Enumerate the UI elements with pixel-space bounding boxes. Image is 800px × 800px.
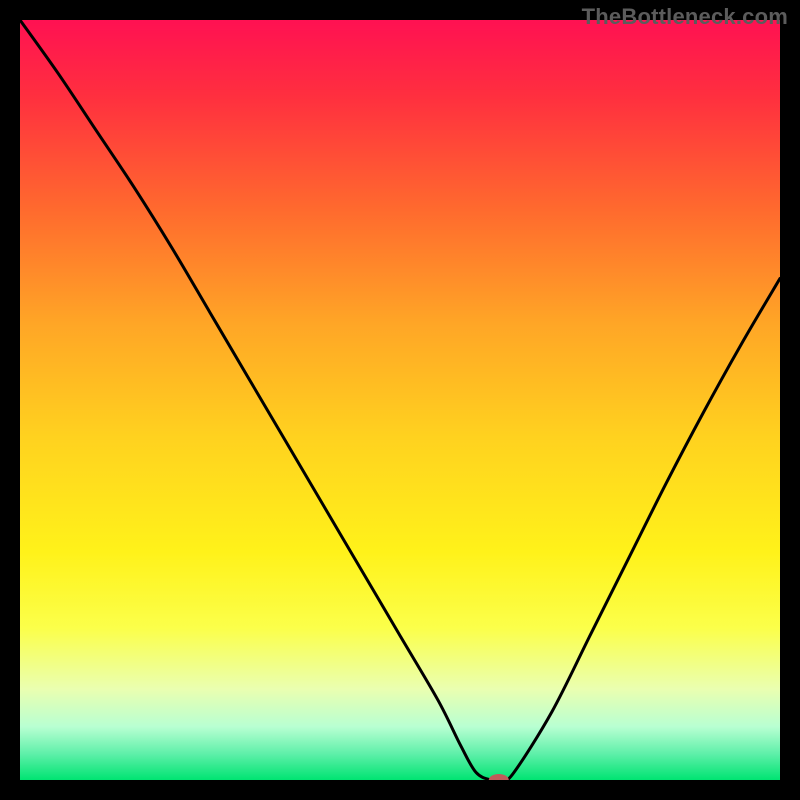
watermark-text: TheBottleneck.com (582, 4, 788, 30)
gradient-background (20, 20, 780, 780)
bottleneck-chart (20, 20, 780, 780)
plot-area (20, 20, 780, 780)
chart-frame: TheBottleneck.com (0, 0, 800, 800)
